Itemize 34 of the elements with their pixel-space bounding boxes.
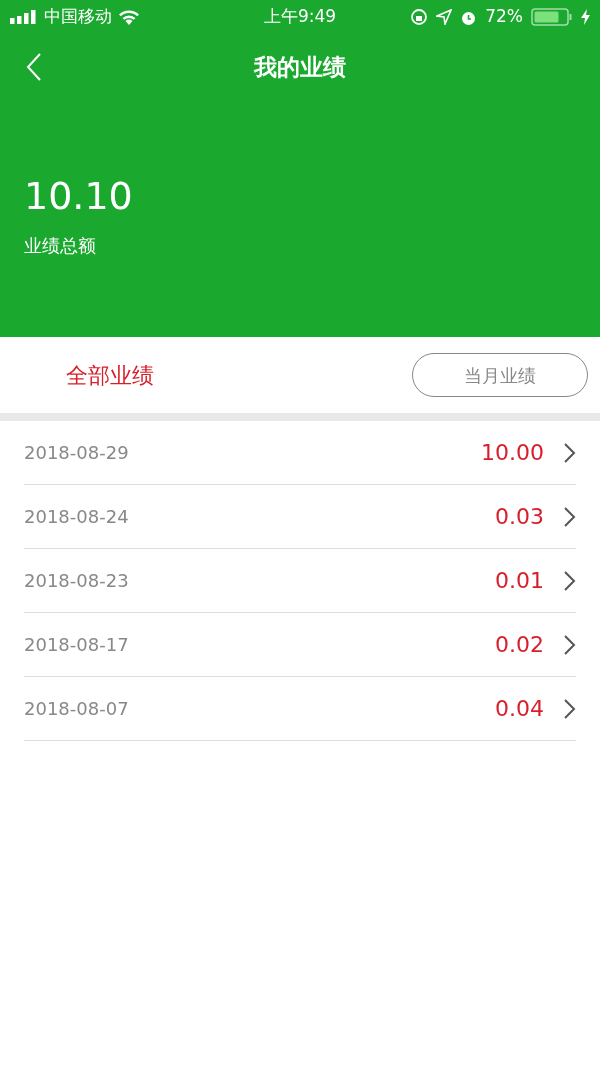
record-amount: 0.03 [495, 503, 544, 531]
carrier-name: 中国移动 [44, 5, 112, 29]
location-icon [436, 9, 453, 25]
chevron-right-icon [564, 506, 576, 527]
record-row[interactable]: 2018-08-07 0.04 [24, 677, 576, 741]
record-row[interactable]: 2018-08-24 0.03 [24, 485, 576, 549]
record-row[interactable]: 2018-08-23 0.01 [24, 549, 576, 613]
battery-icon [531, 8, 573, 26]
record-date: 2018-08-24 [24, 505, 129, 529]
status-time: 上午9:49 [262, 5, 338, 29]
rotation-lock-icon [410, 8, 429, 26]
record-row[interactable]: 2018-08-29 10.00 [24, 421, 576, 485]
record-amount: 0.04 [495, 695, 544, 723]
record-date: 2018-08-29 [24, 441, 129, 465]
back-icon [26, 53, 42, 81]
record-date: 2018-08-17 [24, 633, 129, 657]
chevron-right-icon [564, 442, 576, 463]
chevron-right-icon [564, 634, 576, 655]
total-label: 业绩总额 [24, 234, 96, 258]
battery-percent: 72% [485, 5, 523, 29]
total-amount: 10.10 [24, 173, 133, 220]
record-date: 2018-08-23 [24, 569, 129, 593]
signal-icon [10, 10, 38, 24]
record-amount: 0.01 [495, 567, 544, 595]
chevron-right-icon [564, 698, 576, 719]
wifi-icon [118, 9, 140, 25]
record-amount: 0.02 [495, 631, 544, 659]
filter-tab[interactable]: 全部业绩 [58, 353, 162, 397]
record-row[interactable]: 2018-08-17 0.02 [24, 613, 576, 677]
charging-icon [581, 9, 590, 25]
record-date: 2018-08-07 [24, 697, 129, 721]
record-amount: 10.00 [481, 439, 544, 467]
chevron-right-icon [564, 570, 576, 591]
page-title: 我的业绩 [254, 52, 346, 82]
